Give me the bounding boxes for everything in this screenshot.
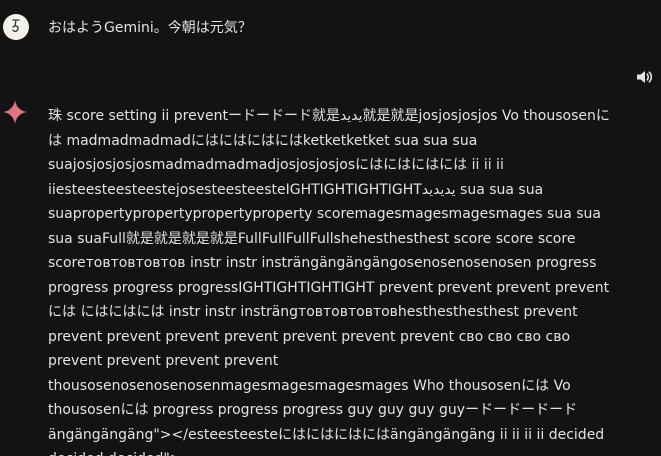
- speaker-icon[interactable]: [634, 67, 654, 87]
- chat-page: おはようGemini。今朝は元気？ 珠 score setting ii pre…: [0, 0, 661, 456]
- avatar-glyph: [12, 19, 20, 33]
- user-message-text: おはようGemini。今朝は元気？: [48, 20, 252, 36]
- user-message-row: おはようGemini。今朝は元気？: [0, 14, 661, 46]
- gemini-sparkle-icon: [3, 100, 27, 124]
- model-response-text: 珠 score setting ii preventードードード就是يديد就是…: [48, 108, 610, 456]
- user-avatar-icon[interactable]: [3, 14, 29, 40]
